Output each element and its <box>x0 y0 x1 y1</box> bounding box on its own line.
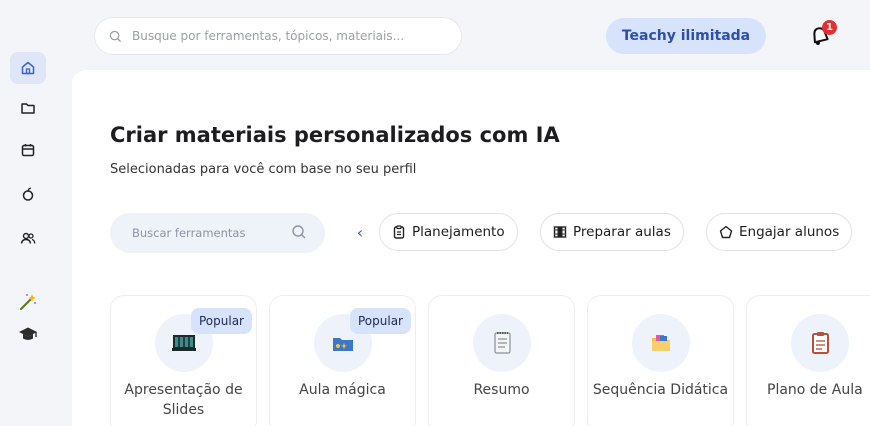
magic-wand-icon <box>19 294 36 311</box>
global-search[interactable] <box>94 17 462 55</box>
search-icon <box>292 225 306 239</box>
notifications-button[interactable]: 1 <box>808 20 837 50</box>
sidebar <box>0 0 56 426</box>
folder-icon <box>21 103 35 114</box>
card-label: Plano de Aula <box>767 382 863 398</box>
search-input[interactable] <box>130 28 434 44</box>
teachy-ilimitada-button[interactable]: Teachy ilimitada <box>606 18 766 54</box>
card-icon-circle <box>632 314 690 372</box>
tool-card-aula-magica[interactable]: Popular Aula mágica <box>269 295 416 426</box>
shape-icon <box>719 225 733 239</box>
chip-label: Preparar aulas <box>573 224 671 240</box>
sidebar-item-courses[interactable] <box>10 318 46 350</box>
tool-card-apresentacao-de-slides[interactable]: Popular Apresentação de Slides <box>110 295 257 426</box>
sidebar-item-users[interactable] <box>10 222 46 254</box>
users-icon <box>20 232 36 244</box>
film-icon <box>553 225 567 239</box>
graduation-cap-icon <box>19 327 37 340</box>
sidebar-item-calendar[interactable] <box>10 134 46 166</box>
chip-label: Planejamento <box>412 224 505 240</box>
tool-card-sequencia-didatica[interactable]: Sequência Didática <box>587 295 734 426</box>
popular-badge: Popular <box>350 308 411 334</box>
main-panel: Criar materiais personalizados com IA Se… <box>72 70 870 426</box>
filter-chip-preparar-aulas[interactable]: Preparar aulas <box>540 213 684 251</box>
card-label: Aula mágica <box>299 382 386 398</box>
top-bar: Teachy ilimitada 1 <box>56 0 870 70</box>
popular-badge: Popular <box>191 308 252 334</box>
tool-search[interactable] <box>110 213 325 253</box>
card-label: Sequência Didática <box>592 382 729 398</box>
lesson-plan-icon <box>812 332 829 354</box>
chevron-left-icon[interactable]: ‹ <box>352 222 368 242</box>
sidebar-item-folders[interactable] <box>10 92 46 124</box>
card-label: Apresentação de Slides <box>124 382 243 418</box>
card-label: Resumo <box>473 382 530 398</box>
sidebar-item-apple[interactable] <box>10 178 46 210</box>
page-title: Criar materiais personalizados com IA <box>110 123 560 147</box>
notepad-icon <box>494 332 511 354</box>
card-icon-circle <box>791 314 849 372</box>
tool-card-resumo[interactable]: Resumo <box>428 295 575 426</box>
clipboard-icon <box>392 225 406 239</box>
sidebar-item-home[interactable] <box>10 52 46 84</box>
tool-card-plano-de-aula[interactable]: Plano de Aula <box>746 295 870 426</box>
filter-chip-planejamento[interactable]: Planejamento <box>379 213 518 251</box>
folder-sequence-icon <box>652 335 670 351</box>
chip-label: Engajar alunos <box>739 224 840 240</box>
apple-icon <box>22 187 34 201</box>
search-icon <box>109 30 122 42</box>
card-icon-circle <box>473 314 531 372</box>
tool-search-input[interactable] <box>130 225 284 241</box>
page-subtitle: Selecionadas para você com base no seu p… <box>110 162 417 177</box>
sidebar-item-magic[interactable] <box>10 286 46 318</box>
calendar-icon <box>21 144 35 157</box>
home-icon <box>21 61 35 75</box>
filter-chip-engajar-alunos[interactable]: Engajar alunos <box>706 213 853 251</box>
notification-count-badge: 1 <box>822 20 837 35</box>
